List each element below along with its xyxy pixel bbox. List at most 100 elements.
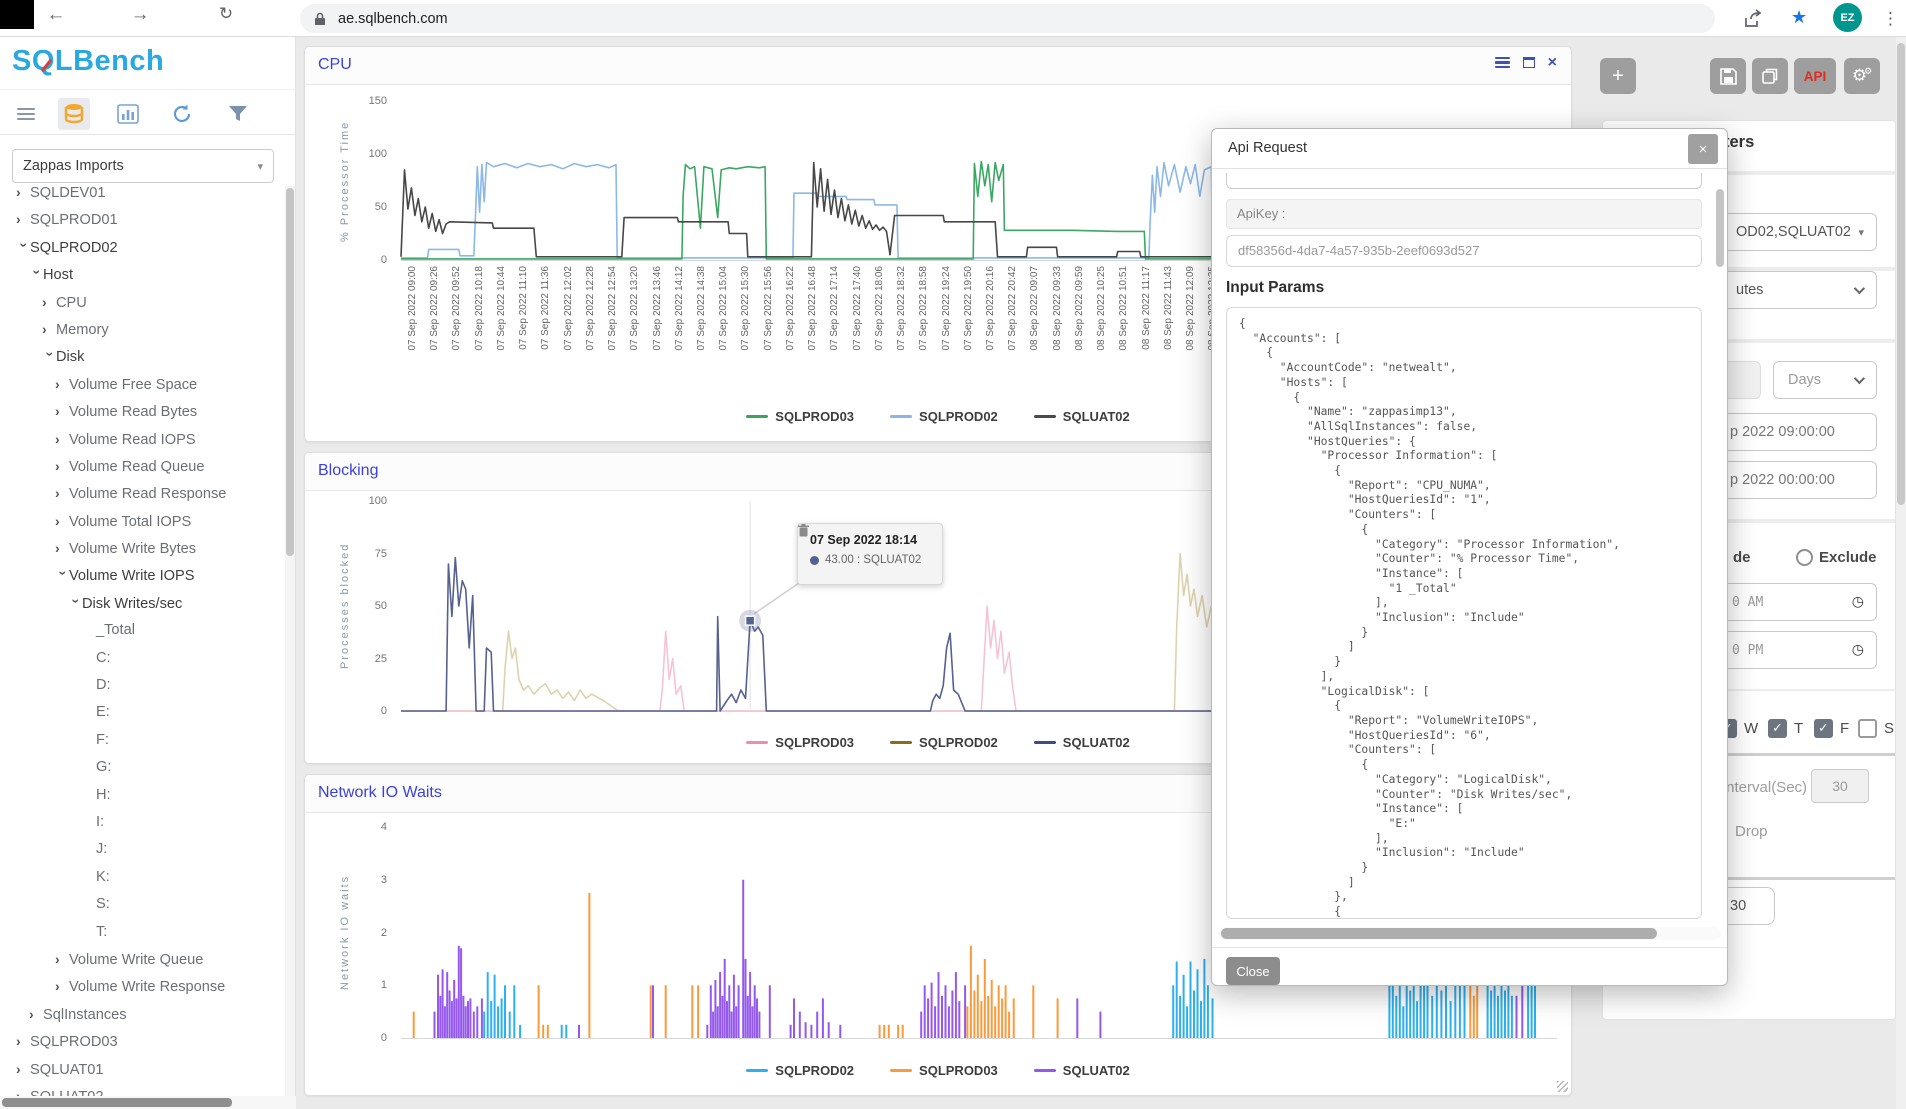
tree-item-volume-write-queue[interactable]: ›Volume Write Queue bbox=[0, 946, 286, 973]
kebab-menu-icon[interactable]: ⋮ bbox=[1882, 9, 1899, 29]
api-button[interactable]: API bbox=[1794, 58, 1836, 94]
tree-item-total[interactable]: _Total bbox=[0, 617, 286, 644]
input-params-code[interactable]: { "Accounts": [ { "AccountCode": "netwea… bbox=[1226, 307, 1702, 919]
chevron-right-icon[interactable]: › bbox=[16, 1028, 30, 1055]
tree-horizontal-scrollbar[interactable] bbox=[0, 1096, 296, 1109]
tree-item-volume-read-bytes[interactable]: ›Volume Read Bytes bbox=[0, 398, 286, 425]
chevron-down-icon[interactable]: › bbox=[23, 270, 50, 284]
weekday-checkbox-f[interactable]: ✓ bbox=[1814, 719, 1833, 738]
refresh-icon[interactable] bbox=[166, 98, 198, 130]
tree-item-f[interactable]: F: bbox=[0, 727, 286, 754]
tree-item-c[interactable]: C: bbox=[0, 645, 286, 672]
tree-item-host[interactable]: ›Host bbox=[0, 261, 286, 288]
tree-item-cpu[interactable]: ›CPU bbox=[0, 289, 286, 316]
chevron-right-icon[interactable]: › bbox=[55, 946, 69, 973]
save-button[interactable] bbox=[1710, 58, 1746, 94]
filter-icon[interactable] bbox=[222, 98, 254, 130]
tree-item-label: Volume Read IOPS bbox=[69, 432, 196, 448]
tree-item-sqlprod03[interactable]: ›SQLPROD03 bbox=[0, 1028, 286, 1055]
tree-item-i[interactable]: I: bbox=[0, 809, 286, 836]
panel-maximize-icon[interactable] bbox=[1523, 57, 1535, 68]
exclude-radio[interactable] bbox=[1796, 549, 1813, 566]
modal-vertical-scrollbar[interactable] bbox=[1716, 189, 1724, 267]
chevron-down-icon[interactable]: › bbox=[10, 243, 37, 257]
star-icon[interactable]: ★ bbox=[1791, 7, 1807, 28]
panel-close-icon[interactable]: × bbox=[1548, 57, 1557, 68]
tree-item-s[interactable]: S: bbox=[0, 891, 286, 918]
forward-icon[interactable]: → bbox=[126, 4, 154, 26]
weekday-checkbox-s[interactable] bbox=[1858, 719, 1877, 738]
tree-item-sqlprod01[interactable]: ›SQLPROD01 bbox=[0, 206, 286, 233]
exclude-radio-label[interactable]: Exclude bbox=[1819, 549, 1877, 566]
chevron-down-icon[interactable]: › bbox=[49, 571, 76, 585]
apikey-input[interactable]: df58356d-4da7-4a57-935b-2eef0693d527 bbox=[1226, 235, 1702, 267]
tree-item-g[interactable]: G: bbox=[0, 754, 286, 781]
clock-icon[interactable]: ◷ bbox=[1852, 594, 1864, 610]
report-dropdown[interactable]: Zappas Imports ▾ bbox=[12, 149, 274, 183]
close-button[interactable]: Close bbox=[1226, 957, 1280, 985]
chevron-right-icon[interactable]: › bbox=[55, 398, 69, 425]
database-icon[interactable] bbox=[58, 98, 90, 130]
tree-item-disk-writes-sec[interactable]: ›Disk Writes/sec bbox=[0, 590, 286, 617]
tree-item-sqlinstances[interactable]: ›SqlInstances bbox=[0, 1001, 286, 1028]
tree-item-h[interactable]: H: bbox=[0, 782, 286, 809]
lock-icon bbox=[314, 12, 326, 26]
tree-item-memory[interactable]: ›Memory bbox=[0, 316, 286, 343]
tree-item-j[interactable]: J: bbox=[0, 836, 286, 863]
copy-button[interactable] bbox=[1752, 58, 1788, 94]
tree-item-e[interactable]: E: bbox=[0, 699, 286, 726]
chevron-right-icon[interactable]: › bbox=[29, 1001, 43, 1028]
tree-item-volume-write-iops[interactable]: ›Volume Write IOPS bbox=[0, 562, 286, 589]
tree-item-disk[interactable]: ›Disk bbox=[0, 343, 286, 370]
tree-item-volume-total-iops[interactable]: ›Volume Total IOPS bbox=[0, 508, 286, 535]
include-radio-label[interactable]: de bbox=[1733, 549, 1751, 566]
tree-item-t[interactable]: T: bbox=[0, 919, 286, 946]
page-scrollbar[interactable] bbox=[1896, 37, 1906, 1109]
share-icon[interactable] bbox=[1743, 9, 1763, 29]
chevron-right-icon[interactable]: › bbox=[55, 973, 69, 1000]
tree-item-sqluat02[interactable]: ›SQLUAT02 bbox=[0, 1083, 286, 1096]
chevron-right-icon[interactable]: › bbox=[16, 1083, 30, 1096]
url-bar[interactable]: ae.sqlbench.com bbox=[300, 4, 1715, 33]
chevron-right-icon[interactable]: › bbox=[42, 316, 56, 343]
tree-item-d[interactable]: D: bbox=[0, 672, 286, 699]
tree-item-k[interactable]: K: bbox=[0, 864, 286, 891]
clock-icon[interactable]: ◷ bbox=[1852, 642, 1864, 658]
chevron-down-icon[interactable]: › bbox=[36, 352, 63, 366]
tree-item-volume-write-response[interactable]: ›Volume Write Response bbox=[0, 973, 286, 1000]
chevron-right-icon[interactable]: › bbox=[55, 426, 69, 453]
chevron-right-icon[interactable]: › bbox=[42, 289, 56, 316]
tree-item-volume-read-iops[interactable]: ›Volume Read IOPS bbox=[0, 426, 286, 453]
settings-button[interactable]: ⚙⚙ bbox=[1844, 58, 1880, 94]
hamburger-icon[interactable] bbox=[10, 98, 42, 130]
reload-icon[interactable]: ↻ bbox=[212, 4, 240, 24]
modal-horizontal-scrollbar[interactable] bbox=[1218, 927, 1721, 940]
avatar[interactable]: EZ bbox=[1833, 3, 1862, 32]
barchart-icon[interactable] bbox=[112, 98, 144, 130]
weekday-checkbox-t[interactable]: ✓ bbox=[1768, 719, 1787, 738]
tree-item-sqlprod02[interactable]: ›SQLPROD02 bbox=[0, 234, 286, 261]
tree-item-sqluat01[interactable]: ›SQLUAT01 bbox=[0, 1056, 286, 1083]
chevron-right-icon[interactable]: › bbox=[16, 1056, 30, 1083]
chevron-right-icon[interactable]: › bbox=[55, 535, 69, 562]
tree-vertical-scrollbar[interactable] bbox=[285, 186, 295, 1096]
back-icon[interactable]: ← bbox=[42, 4, 70, 26]
chevron-right-icon[interactable]: › bbox=[16, 186, 30, 206]
chevron-right-icon[interactable]: › bbox=[55, 508, 69, 535]
tree-item-volume-read-response[interactable]: ›Volume Read Response bbox=[0, 480, 286, 507]
close-icon[interactable]: × bbox=[1688, 134, 1718, 164]
chevron-right-icon[interactable]: › bbox=[55, 371, 69, 398]
chevron-right-icon[interactable]: › bbox=[55, 480, 69, 507]
days-select[interactable]: Days bbox=[1773, 361, 1877, 399]
tree-item-volume-write-bytes[interactable]: ›Volume Write Bytes bbox=[0, 535, 286, 562]
tree-item-sqldev01[interactable]: ›SQLDEV01 bbox=[0, 186, 286, 206]
tree-item-volume-read-queue[interactable]: ›Volume Read Queue bbox=[0, 453, 286, 480]
interval-input[interactable]: 30 bbox=[1811, 769, 1869, 803]
panel-menu-icon[interactable] bbox=[1495, 57, 1510, 68]
chevron-right-icon[interactable]: › bbox=[55, 453, 69, 480]
chevron-down-icon[interactable]: › bbox=[62, 599, 89, 613]
add-button[interactable]: + bbox=[1600, 58, 1636, 94]
chevron-right-icon[interactable]: › bbox=[16, 206, 30, 233]
trash-icon[interactable] bbox=[798, 524, 809, 537]
tree-item-volume-free-space[interactable]: ›Volume Free Space bbox=[0, 371, 286, 398]
